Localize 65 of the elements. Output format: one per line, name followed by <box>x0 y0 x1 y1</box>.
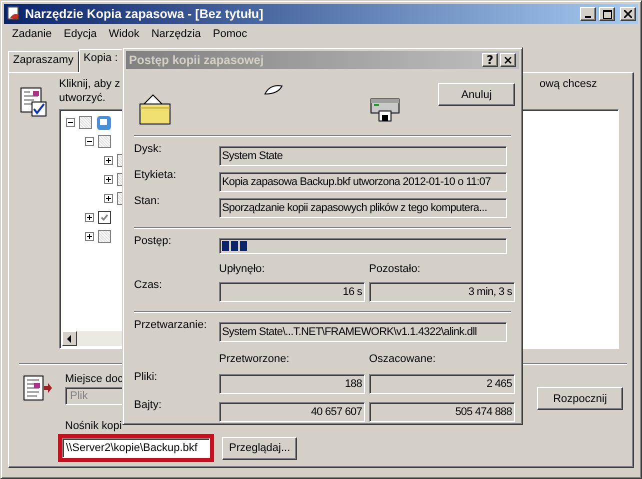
dialog-title: Postęp kopii zapasowej <box>129 53 265 67</box>
read-only-field: 505 474 888 <box>369 402 515 422</box>
menu-item[interactable]: Zadanie <box>6 28 58 40</box>
menu-item[interactable]: Narzędzia <box>145 28 207 40</box>
field-label: Etykieta: <box>134 169 178 181</box>
tab[interactable]: Zapraszamy <box>8 51 79 72</box>
browse-button[interactable]: Przeglądaj... <box>222 436 298 460</box>
read-only-field: 188 <box>219 374 365 394</box>
maximize-button[interactable] <box>599 7 615 21</box>
computer-icon <box>96 114 112 130</box>
start-button[interactable]: Rozpocznij <box>537 387 623 410</box>
expand-toggle-icon[interactable] <box>104 175 113 184</box>
checkbox[interactable] <box>79 116 92 129</box>
instruction-text: utworzyć. <box>59 91 106 105</box>
read-only-field: System State\...T.NET\FRAMEWORK\v1.1.4322\alink.dll <box>219 322 507 342</box>
checklist-icon <box>20 87 48 117</box>
close-icon <box>624 10 632 18</box>
scroll-left-button[interactable] <box>62 331 77 346</box>
read-only-field: System State <box>219 146 507 166</box>
close-button[interactable]: × <box>500 53 516 67</box>
expand-toggle-icon[interactable] <box>104 156 113 165</box>
menu-item[interactable]: Pomoc <box>206 28 254 40</box>
expand-toggle-icon[interactable] <box>85 232 94 241</box>
help-button[interactable]: ? <box>482 53 498 67</box>
instruction-text: ową chcesz <box>540 77 597 92</box>
menu-item[interactable]: Edycja <box>58 28 103 40</box>
read-only-field: Sporządzanie kopii zapasowych plików z tego komputera... <box>219 198 507 218</box>
expand-toggle-icon[interactable] <box>66 118 75 127</box>
read-only-field: Kopia zapasowa Backup.bkf utworzona 2012-01-10 o 11:07 <box>219 172 507 192</box>
checkbox[interactable] <box>98 135 111 148</box>
field-label: Pliki: <box>134 371 158 383</box>
app-icon <box>6 6 22 22</box>
column-label: Pozostało: <box>369 263 422 275</box>
input-field[interactable]: \\Server2\kopie\Backup.bkf <box>62 438 210 458</box>
tab[interactable]: Kopia : <box>78 49 123 73</box>
expand-toggle-icon[interactable] <box>85 213 94 222</box>
instruction-text: Kliknij, aby z <box>59 77 120 91</box>
document-arrow-icon <box>23 375 53 403</box>
read-only-field: 3 min, 3 s <box>369 282 515 302</box>
field-label: Dysk: <box>134 143 162 155</box>
cancel-button[interactable]: Anuluj <box>438 83 515 106</box>
field-label: Stan: <box>134 195 161 207</box>
column-label: Upłynęło: <box>219 263 266 275</box>
column-label: Oszacowane: <box>369 353 437 365</box>
close-button[interactable] <box>620 7 636 21</box>
destination-label: Miejsce doc <box>65 373 124 385</box>
left-arrow-icon <box>67 334 72 342</box>
field-label: Postęp: <box>134 235 172 247</box>
field-label: Czas: <box>134 279 164 291</box>
menu-item[interactable]: Widok <box>102 28 146 40</box>
read-only-field: 16 s <box>219 282 365 302</box>
window-title: Narzędzie Kopia zapasowa - [Bez tytułu] <box>25 7 264 21</box>
checkbox[interactable] <box>98 230 111 243</box>
media-label: Nośnik kopi <box>65 420 122 432</box>
expand-toggle-icon[interactable] <box>85 137 94 146</box>
paper-icon <box>264 84 284 96</box>
maximize-icon <box>602 10 612 18</box>
checkbox[interactable] <box>98 211 111 224</box>
read-only-field: 40 657 607 <box>219 402 365 422</box>
column-label: Przetworzone: <box>219 353 290 365</box>
read-only-field: 2 465 <box>369 374 515 394</box>
field-label: Bajty: <box>134 399 163 411</box>
field-label: Przetwarzanie: <box>134 319 208 331</box>
minimize-button[interactable] <box>580 7 596 21</box>
expand-toggle-icon[interactable] <box>104 194 113 203</box>
